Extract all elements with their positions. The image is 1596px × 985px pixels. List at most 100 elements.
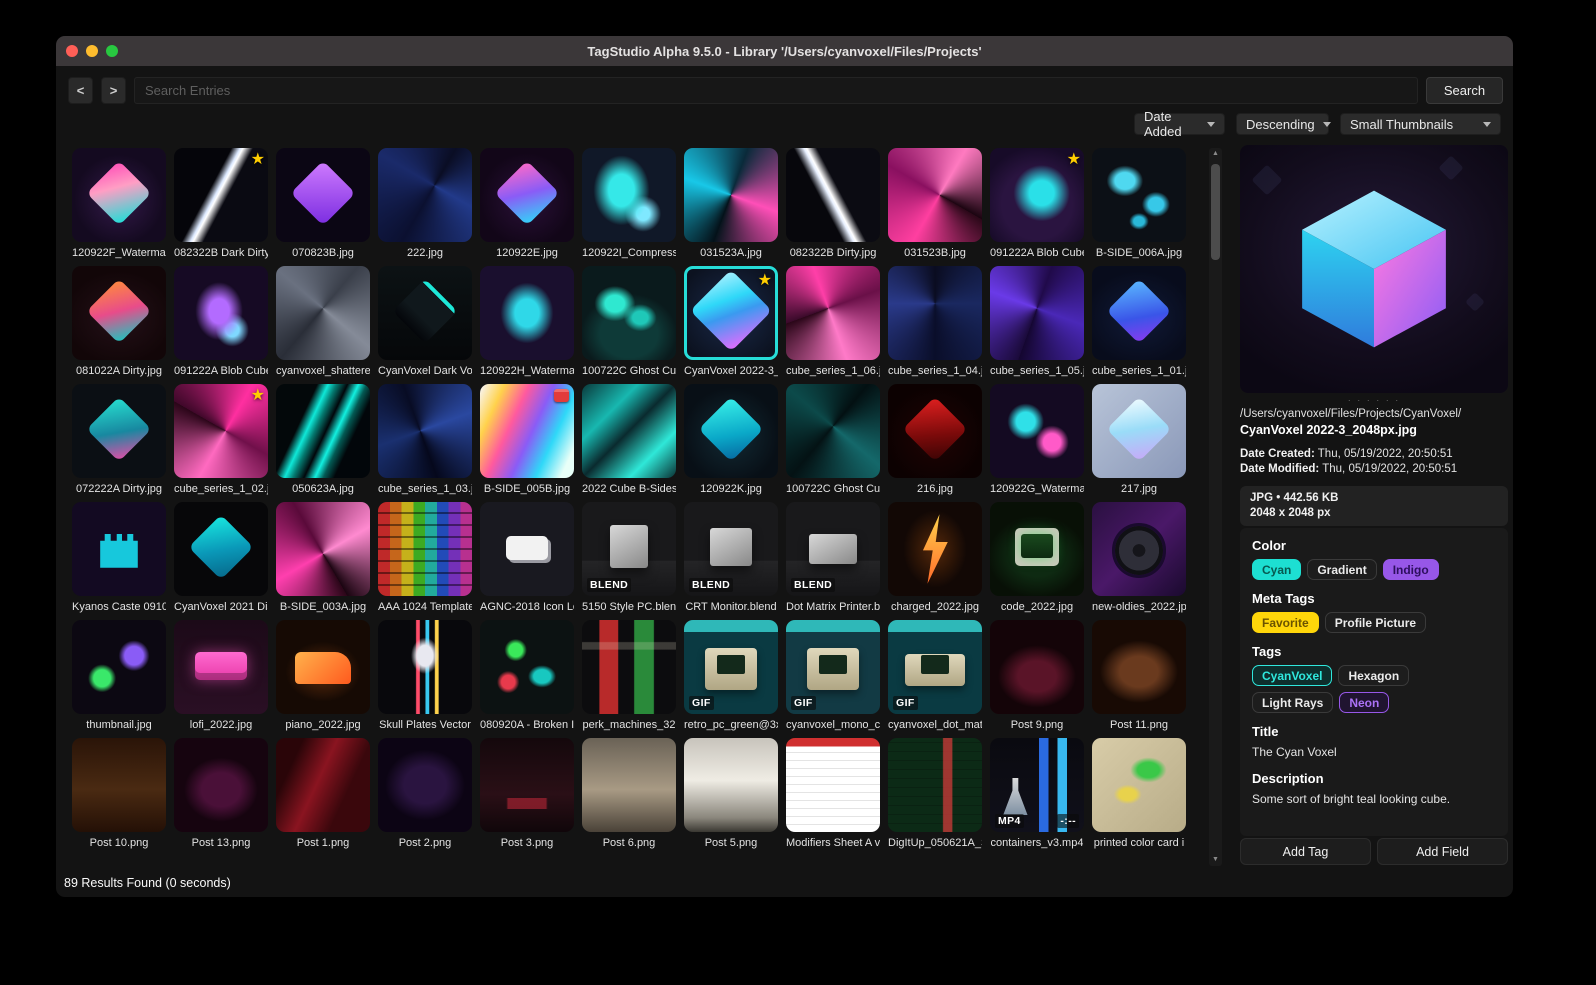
thumbnail[interactable] [378,148,472,242]
thumbnail[interactable] [582,738,676,832]
thumbnail[interactable] [1092,266,1186,360]
thumbnail[interactable]: ★ [990,148,1084,242]
thumbnail[interactable] [480,266,574,360]
sort-direction-dropdown[interactable]: Descending [1236,113,1331,135]
panel-resize-handle[interactable]: · · · · · · [1240,393,1508,407]
thumbnail[interactable] [276,620,370,714]
thumbnail[interactable] [684,384,778,478]
thumbnail[interactable]: MP4 -:-- [990,738,1084,832]
thumbnail[interactable]: GIF [888,620,982,714]
add-tag-button[interactable]: Add Tag [1240,838,1371,865]
thumbnail[interactable] [990,266,1084,360]
thumbnail[interactable] [276,148,370,242]
thumbnail[interactable] [480,502,574,596]
thumbnail[interactable] [174,738,268,832]
file-name[interactable]: CyanVoxel 2022-3_2048px.jpg [1240,422,1508,438]
thumbnail[interactable] [174,266,268,360]
tag-pill[interactable]: Indigo [1382,559,1439,580]
thumbnail[interactable] [480,384,574,478]
thumbnail[interactable] [174,620,268,714]
tag-pill[interactable]: Profile Picture [1324,612,1427,633]
thumbnail[interactable] [480,620,574,714]
thumbnail[interactable] [72,266,166,360]
thumbnail[interactable] [72,620,166,714]
field-value[interactable]: Some sort of bright teal looking cube. [1252,792,1496,807]
thumbnail[interactable] [72,148,166,242]
thumbnail[interactable] [276,502,370,596]
search-input[interactable] [134,77,1418,104]
sort-field-dropdown[interactable]: Date Added [1134,109,1225,139]
thumbnail[interactable]: ★ [174,148,268,242]
tag-pill[interactable]: CyanVoxel [1252,665,1333,686]
tag-pill[interactable]: Neon [1339,692,1390,713]
preview-image[interactable] [1240,145,1508,393]
thumbnail[interactable] [582,620,676,714]
thumbnail[interactable] [990,502,1084,596]
thumbnail[interactable] [786,266,880,360]
thumbnail[interactable] [72,502,166,596]
scroll-up-icon[interactable]: ▲ [1212,148,1219,160]
thumbnail[interactable] [378,384,472,478]
thumbnail[interactable] [888,502,982,596]
thumbnail[interactable]: ★ [684,266,778,360]
scroll-down-icon[interactable]: ▼ [1212,854,1219,866]
thumbnail[interactable] [1092,502,1186,596]
thumbnail[interactable] [1092,384,1186,478]
thumbnail[interactable] [684,148,778,242]
thumbnail[interactable] [684,738,778,832]
tag-pill[interactable]: Favorite [1252,612,1319,633]
thumbnail[interactable] [1092,148,1186,242]
thumbnail[interactable] [582,384,676,478]
thumbnail[interactable] [1092,620,1186,714]
thumbnail[interactable]: BLEND [684,502,778,596]
thumbnail[interactable] [1092,738,1186,832]
thumbnail[interactable] [378,620,472,714]
nav-back-button[interactable]: < [68,77,93,104]
thumbnail[interactable] [888,266,982,360]
thumbnail[interactable]: GIF [684,620,778,714]
search-button[interactable]: Search [1426,77,1503,104]
thumbnail[interactable] [378,266,472,360]
thumbnail[interactable] [276,384,370,478]
tag-pill[interactable]: Hexagon [1338,665,1410,686]
thumbnail[interactable] [378,502,472,596]
thumbnail[interactable] [786,738,880,832]
thumbnail-label: new-oldies_2022.jp [1092,601,1186,613]
thumbnail[interactable] [480,738,574,832]
thumbnail-label: 120922G_Watermar [990,483,1084,495]
thumbnail[interactable] [72,738,166,832]
thumbnail[interactable] [378,738,472,832]
nav-forward-button[interactable]: > [101,77,126,104]
thumbnail-size-dropdown[interactable]: Small Thumbnails [1340,113,1501,135]
file-path[interactable]: /Users/cyanvoxel/Files/Projects/CyanVoxe… [1240,407,1508,421]
thumbnail[interactable] [276,266,370,360]
field-value[interactable]: The Cyan Voxel [1252,745,1496,760]
thumbnail[interactable] [888,738,982,832]
thumbnail[interactable] [888,384,982,478]
thumbnail[interactable]: ★ [174,384,268,478]
thumbnail[interactable] [276,738,370,832]
thumbnail[interactable] [990,384,1084,478]
thumbnail[interactable] [582,148,676,242]
thumbnail[interactable]: GIF [786,620,880,714]
thumbnail[interactable] [888,148,982,242]
thumbnail[interactable] [786,148,880,242]
tag-pill[interactable]: Cyan [1252,559,1302,580]
add-field-button[interactable]: Add Field [1377,838,1508,865]
thumbnail[interactable] [480,148,574,242]
thumbnail-label: Post 2.png [398,837,452,849]
title-bar[interactable]: TagStudio Alpha 9.5.0 - Library '/Users/… [56,36,1513,66]
thumbnail[interactable]: BLEND [786,502,880,596]
thumbnail-label: CyanVoxel 2022-3_ [684,365,778,377]
grid-scrollbar[interactable]: ▲ ▼ [1209,148,1222,866]
tag-pill[interactable]: Light Rays [1252,692,1334,713]
thumbnail[interactable]: BLEND [582,502,676,596]
thumbnail[interactable] [582,266,676,360]
thumbnail[interactable] [990,620,1084,714]
thumbnail[interactable] [174,502,268,596]
scrollbar-track[interactable] [1209,160,1222,854]
thumbnail[interactable] [72,384,166,478]
thumbnail[interactable] [786,384,880,478]
tag-pill[interactable]: Gradient [1307,559,1377,580]
scrollbar-thumb[interactable] [1211,164,1220,260]
